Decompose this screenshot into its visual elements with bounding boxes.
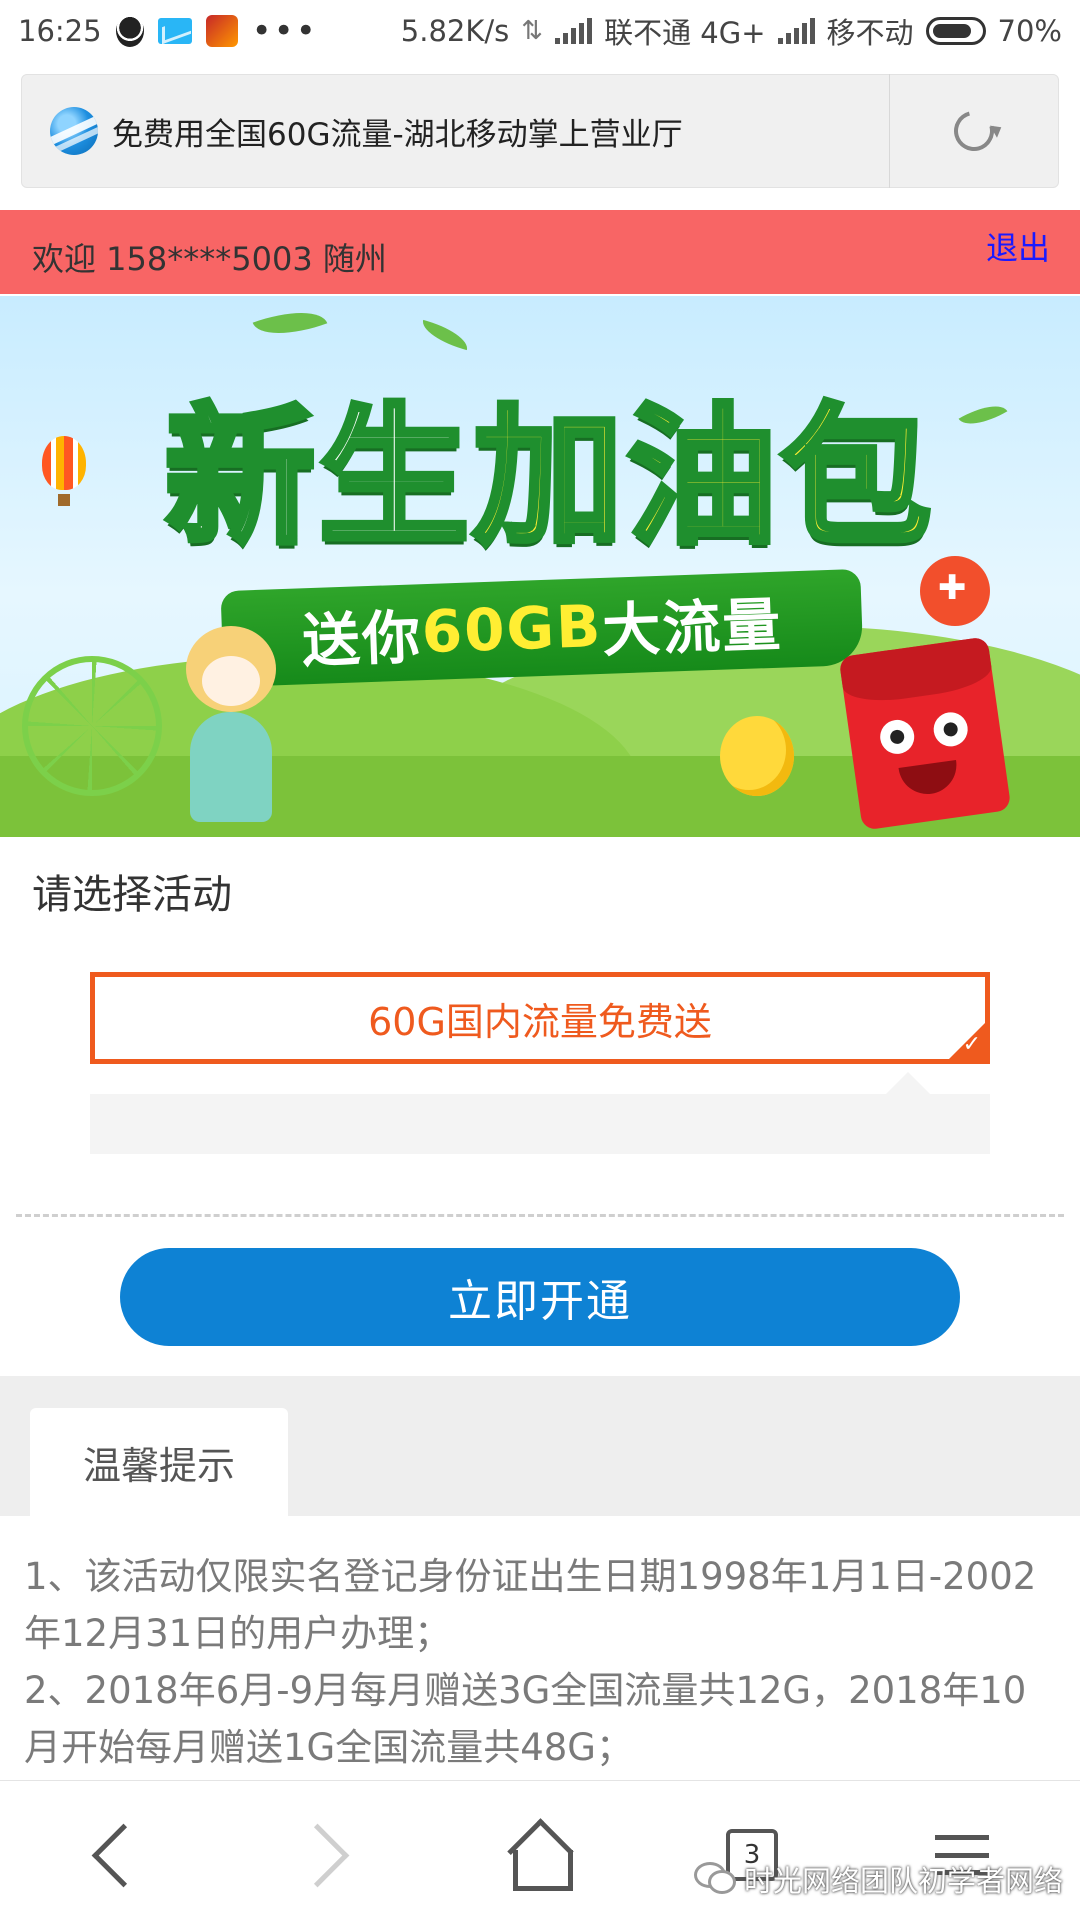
- welcome-text: 欢迎 158****5003 随州: [32, 240, 387, 278]
- data-transfer-icon: ⇅: [521, 16, 544, 46]
- more-notifications-icon: •••: [251, 11, 318, 51]
- battery-icon: [925, 17, 986, 45]
- leaf-decoration: [252, 298, 328, 348]
- home-icon: [511, 1826, 573, 1891]
- coin-illustration: [720, 716, 794, 796]
- battery-level: 70%: [997, 14, 1062, 48]
- page: 16:25 ••• 5.82K/s ⇅ 联不通 4G+ 移不动 70% 免费用全…: [0, 0, 1080, 1920]
- banner-title: 新生加油包: [140, 356, 960, 573]
- hot-air-balloon-icon: [42, 436, 86, 506]
- mail-icon: [157, 18, 192, 44]
- activity-option-label: 60G国内流量免费送: [368, 999, 712, 1044]
- banner-title-part1: 新生: [162, 388, 473, 568]
- dashed-divider: [16, 1214, 1064, 1217]
- status-bar: 16:25 ••• 5.82K/s ⇅ 联不通 4G+ 移不动 70%: [0, 0, 1080, 62]
- red-envelope-mascot: [838, 636, 1012, 831]
- gamepad-icon: [920, 556, 990, 626]
- page-title[interactable]: 免费用全国60G流量-湖北移动掌上营业厅: [112, 109, 889, 154]
- status-time: 16:25: [18, 14, 102, 48]
- address-bar[interactable]: 免费用全国60G流量-湖北移动掌上营业厅: [21, 74, 1059, 188]
- carrier-1: 联不通 4G+: [604, 16, 766, 50]
- ribbon-part1: 送你: [300, 603, 424, 676]
- carrier-2: 移不动: [826, 16, 914, 50]
- forward-button[interactable]: [286, 1815, 366, 1895]
- leaf-decoration: [418, 319, 472, 351]
- tip-item: 1、该活动仅限实名登记身份证出生日期1998年1月1日-2002年12月31日的…: [24, 1555, 1037, 1655]
- china-mobile-logo-icon: [50, 107, 98, 155]
- refresh-icon: [946, 103, 1002, 159]
- banner-title-part2: 加油包: [470, 388, 936, 568]
- wechat-icon: [694, 1860, 736, 1894]
- home-button[interactable]: [500, 1815, 580, 1895]
- ribbon-part3: 大流量: [601, 590, 784, 665]
- logout-link[interactable]: 退出: [986, 223, 1050, 269]
- tip-item: 2、2018年6月-9月每月赠送3G全国流量共12G，2018年10月开始每月赠…: [24, 1669, 1027, 1769]
- game-app-icon: [205, 15, 238, 47]
- section-title: 请选择活动: [32, 872, 232, 918]
- cartoon-girl-illustration: [176, 626, 286, 836]
- network-speed: 5.82K/s: [400, 14, 510, 48]
- back-button[interactable]: [74, 1815, 154, 1895]
- ferris-wheel-icon: [22, 656, 162, 796]
- signal-icon-2: [777, 18, 815, 44]
- activity-option-selected[interactable]: 60G国内流量免费送 ✓: [90, 972, 990, 1064]
- signal-icon: [555, 18, 593, 44]
- ribbon-part2: 60GB: [420, 591, 604, 667]
- tab-tips[interactable]: 温馨提示: [30, 1408, 288, 1516]
- qq-icon: [115, 15, 144, 47]
- leaf-decoration: [958, 395, 1008, 435]
- activate-now-button[interactable]: 立即开通: [120, 1248, 960, 1346]
- check-icon: ✓: [962, 1032, 981, 1057]
- tips-content: 1、该活动仅限实名登记身份证出生日期1998年1月1日-2002年12月31日的…: [24, 1548, 1054, 1776]
- welcome-bar: 欢迎 158****5003 随州 退出: [0, 210, 1080, 294]
- promo-banner[interactable]: 新生加油包 送你 60GB 大流量: [0, 296, 1080, 837]
- watermark-text: 时光网络团队初学者网络: [744, 1864, 1064, 1898]
- activity-detail-panel: [90, 1072, 990, 1154]
- refresh-button[interactable]: [890, 74, 1058, 188]
